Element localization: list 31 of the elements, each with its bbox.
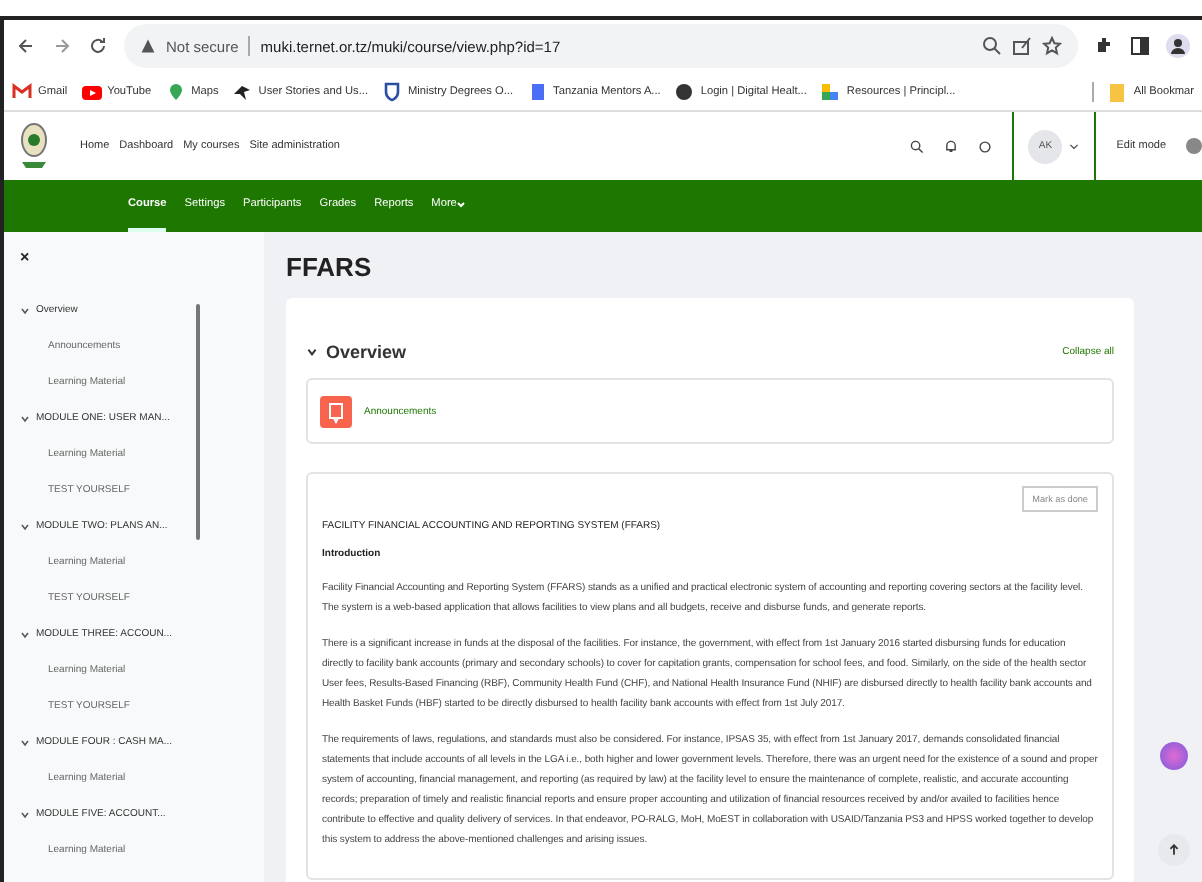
search-icon [910, 139, 925, 153]
edit-mode-toggle[interactable] [1186, 138, 1202, 154]
sidepanel-icon [1130, 36, 1150, 56]
scroll-top-button[interactable] [1158, 834, 1190, 866]
shield-icon [382, 81, 402, 101]
bell-icon [944, 139, 959, 153]
map-pin-icon [165, 81, 186, 101]
bird-icon [232, 81, 253, 101]
folder-icon [1107, 81, 1128, 101]
forum-icon [320, 395, 352, 427]
extensions-icon [1094, 36, 1114, 56]
star-icon [1042, 36, 1062, 56]
caret-icon [456, 199, 467, 209]
reload-icon [88, 36, 108, 56]
profile-icon [1166, 34, 1190, 58]
play-icon [81, 81, 102, 101]
page-title: FFARS [286, 252, 374, 282]
section-title[interactable]: Overview [306, 342, 407, 362]
logo-icon [20, 122, 48, 170]
caret-icon [1068, 140, 1081, 152]
close-drawer-button[interactable]: × [20, 248, 36, 292]
chevron-icon [306, 346, 318, 358]
forward-icon [52, 36, 72, 56]
mail-icon [12, 81, 32, 101]
share-icon [1012, 36, 1032, 56]
up-arrow-icon [1168, 844, 1180, 856]
document-icon [527, 81, 548, 101]
warning-icon [140, 38, 156, 54]
zoom-icon [982, 36, 1002, 56]
avatar-icon[interactable] [1160, 742, 1188, 770]
back-icon [16, 36, 36, 56]
